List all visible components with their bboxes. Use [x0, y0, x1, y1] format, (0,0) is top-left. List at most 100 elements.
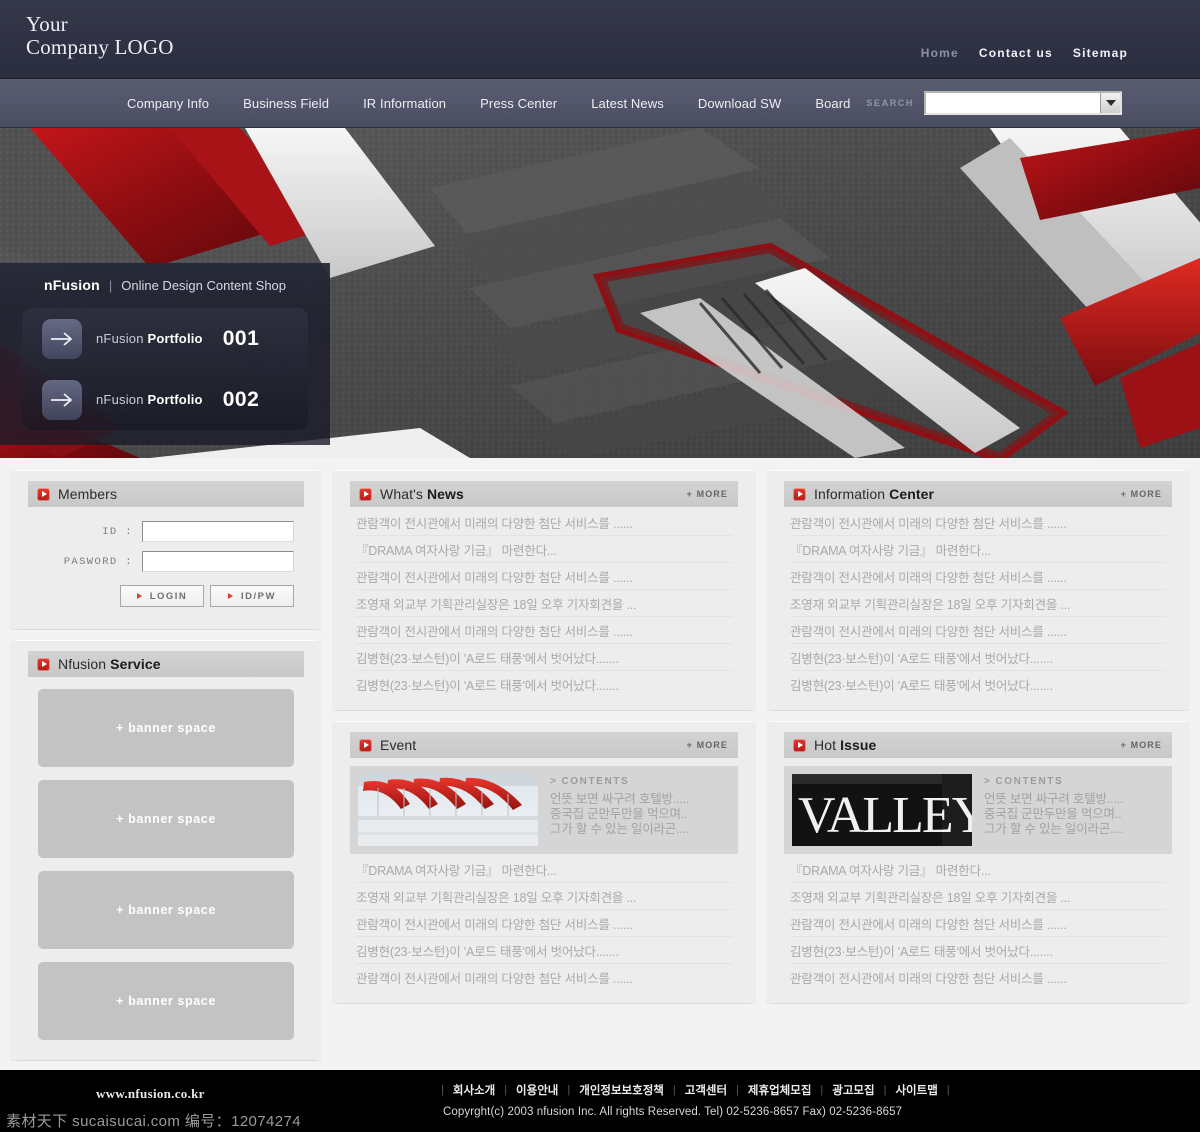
login-form: ID : PASWORD : LOGIN ID/PW — [28, 507, 304, 619]
footer-link-usage-guide[interactable]: 이용안내 — [516, 1082, 558, 1098]
hero-tagline: Online Design Content Shop — [121, 277, 287, 293]
portfolio-link-001[interactable]: nFusion Portfolio 001 — [22, 308, 308, 369]
list-item[interactable]: 관람객이 전시관에서 미래의 다양한 첨단 서비스를 ...... — [790, 617, 1166, 644]
whats-news-more-link[interactable]: + MORE — [687, 489, 728, 499]
event-title: Event — [380, 737, 417, 753]
divider: | — [883, 1084, 887, 1096]
search-input[interactable] — [926, 93, 1100, 113]
whats-news-header: What's News + MORE — [350, 481, 738, 507]
password-label: PASWORD : — [63, 555, 133, 568]
nav-item-business-field[interactable]: Business Field — [226, 96, 346, 111]
nav-item-company-info[interactable]: Company Info — [110, 96, 226, 111]
list-item[interactable]: 『DRAMA 여자사랑 기금』 마련한다... — [356, 856, 732, 883]
banner-slot-4[interactable]: + banner space — [38, 962, 294, 1040]
list-item[interactable]: 김병현(23·보스턴)이 'A로드 태풍'에서 벗어났다....... — [790, 937, 1166, 964]
list-item[interactable]: 조영재 외교부 기획관리실장은 18일 오후 기자회견을 ... — [356, 883, 732, 910]
footer-link-customer-center[interactable]: 고객센터 — [685, 1082, 727, 1098]
list-item[interactable]: 김병현(23·보스턴)이 'A로드 태풍'에서 벗어났다....... — [790, 644, 1166, 671]
list-item[interactable]: 김병현(23·보스턴)이 'A로드 태풍'에서 벗어났다....... — [356, 644, 732, 671]
footer-link-privacy-policy[interactable]: 개인정보보호정책 — [579, 1082, 664, 1098]
banner-slot-3[interactable]: + banner space — [38, 871, 294, 949]
nav-item-download-sw[interactable]: Download SW — [681, 96, 798, 111]
divider: | — [567, 1084, 571, 1096]
chevron-down-icon[interactable] — [1100, 93, 1120, 113]
list-item[interactable]: 김병현(23·보스턴)이 'A로드 태풍'에서 벗어났다....... — [356, 937, 732, 964]
banner-slot-1[interactable]: + banner space — [38, 689, 294, 767]
hero-brand: nFusion — [44, 277, 100, 293]
stock-site-watermark: 素材天下 sucaisucai.com 编号：12074274 — [6, 1113, 302, 1130]
hot-issue-thumbnail[interactable]: VALLEY — [792, 774, 972, 846]
event-more-link[interactable]: + MORE — [687, 740, 728, 750]
left-column: Members ID : PASWORD : LOGIN ID/PW Nfusi… — [10, 470, 322, 1061]
event-thumbnail[interactable] — [358, 774, 538, 846]
logo-line-2: Company LOGO — [26, 35, 174, 59]
triangle-right-icon — [136, 593, 142, 599]
list-item[interactable]: 관람객이 전시관에서 미래의 다양한 첨단 서비스를 ...... — [790, 563, 1166, 590]
list-item[interactable]: 관람객이 전시관에서 미래의 다양한 첨단 서비스를 ...... — [790, 964, 1166, 991]
service-title: Nfusion Service — [58, 656, 161, 672]
footer-copyright: Copyrght(c) 2003 nfusion Inc. All rights… — [443, 1106, 903, 1118]
list-item[interactable]: 김병현(23·보스턴)이 'A로드 태풍'에서 벗어났다....... — [356, 671, 732, 698]
id-label: ID : — [102, 525, 133, 538]
search-label: SEARCH — [866, 98, 914, 108]
event-contents-line-3: 그가 할 수 있는 일이라곤.... — [550, 822, 690, 836]
red-arrow-bullet-icon — [37, 657, 50, 671]
divider: | — [441, 1084, 444, 1096]
util-link-home[interactable]: Home — [921, 46, 959, 60]
footer-link-partner-recruit[interactable]: 제휴업체모집 — [748, 1082, 811, 1098]
banner-slot-2[interactable]: + banner space — [38, 780, 294, 858]
nav-item-latest-news[interactable]: Latest News — [574, 96, 681, 111]
list-item[interactable]: 조영재 외교부 기획관리실장은 18일 오후 기자회견을 ... — [790, 883, 1166, 910]
list-item[interactable]: 김병현(23·보스턴)이 'A로드 태풍'에서 벗어났다....... — [790, 671, 1166, 698]
footer-link-sitemap[interactable]: 사이트맵 — [895, 1082, 937, 1098]
footer-site-url: www.nfusion.co.kr — [96, 1086, 205, 1101]
nav-item-ir-information[interactable]: IR Information — [346, 96, 463, 111]
hot-issue-contents-line-1: 언뜻 보면 싸구려 호텔방..... — [984, 792, 1124, 806]
footer-link-company-intro[interactable]: 회사소개 — [453, 1082, 495, 1098]
members-title: Members — [58, 486, 118, 502]
list-item[interactable]: 『DRAMA 여자사랑 기금』 마련한다... — [790, 856, 1166, 883]
list-item[interactable]: 조영재 외교부 기획관리실장은 18일 오후 기자회견을 ... — [790, 590, 1166, 617]
list-item[interactable]: 관람객이 전시관에서 미래의 다양한 첨단 서비스를 ...... — [356, 617, 732, 644]
main-content: Members ID : PASWORD : LOGIN ID/PW Nfusi… — [0, 458, 1200, 1070]
portfolio-link-002[interactable]: nFusion Portfolio 002 — [22, 369, 308, 430]
hot-issue-list: 『DRAMA 여자사랑 기금』 마련한다... 조영재 외교부 기획관리실장은 … — [784, 854, 1172, 993]
hero-overlay-panel: nFusion | Online Design Content Shop nFu… — [0, 263, 330, 445]
footer-link-ad-recruit[interactable]: 광고모집 — [832, 1082, 874, 1098]
event-panel: Event + MORE > CONTENTS 언뜻 보면 싸구려 호텔방...… — [332, 721, 756, 1004]
red-arrow-bullet-icon — [359, 738, 372, 752]
search-combobox[interactable] — [924, 91, 1122, 115]
portfolio-label-002: nFusion Portfolio — [96, 392, 203, 407]
site-logo[interactable]: Your Company LOGO — [26, 14, 174, 58]
hot-issue-more-link[interactable]: + MORE — [1121, 740, 1162, 750]
util-link-contact-us[interactable]: Contact us — [979, 46, 1053, 60]
hot-issue-header: Hot Issue + MORE — [784, 732, 1172, 758]
list-item[interactable]: 관람객이 전시관에서 미래의 다양한 첨단 서비스를 ...... — [356, 563, 732, 590]
event-contents-label: > CONTENTS — [550, 776, 630, 787]
list-item[interactable]: 조영재 외교부 기획관리실장은 18일 오후 기자회견을 ... — [356, 590, 732, 617]
list-item[interactable]: 관람객이 전시관에서 미래의 다양한 첨단 서비스를 ...... — [356, 509, 732, 536]
id-pw-button[interactable]: ID/PW — [210, 585, 294, 607]
event-feature: > CONTENTS 언뜻 보면 싸구려 호텔방..... 중국집 군만두만을 먹… — [350, 766, 738, 854]
information-center-more-link[interactable]: + MORE — [1121, 489, 1162, 499]
list-item[interactable]: 『DRAMA 여자사랑 기금』 마련한다... — [790, 536, 1166, 563]
arrow-right-icon — [42, 379, 82, 420]
red-arrow-bullet-icon — [37, 487, 50, 501]
right-column: What's News + MORE 관람객이 전시관에서 미래의 다양한 첨단… — [332, 470, 1190, 1004]
login-button[interactable]: LOGIN — [120, 585, 204, 607]
members-panel: Members ID : PASWORD : LOGIN ID/PW — [10, 470, 322, 630]
id-input[interactable] — [142, 521, 294, 542]
nav-item-board[interactable]: Board — [798, 96, 867, 111]
util-link-sitemap[interactable]: Sitemap — [1073, 46, 1128, 60]
list-item[interactable]: 『DRAMA 여자사랑 기금』 마련한다... — [356, 536, 732, 563]
nav-item-press-center[interactable]: Press Center — [463, 96, 574, 111]
information-center-title: Information Center — [814, 486, 935, 502]
portfolio-number-001: 001 — [222, 326, 260, 350]
list-item[interactable]: 관람객이 전시관에서 미래의 다양한 첨단 서비스를 ...... — [356, 964, 732, 991]
list-item[interactable]: 관람객이 전시관에서 미래의 다양한 첨단 서비스를 ...... — [790, 509, 1166, 536]
list-item[interactable]: 관람객이 전시관에서 미래의 다양한 첨단 서비스를 ...... — [356, 910, 732, 937]
hot-issue-feature-body: > CONTENTS 언뜻 보면 싸구려 호텔방..... 중국집 군만두만을 먹… — [984, 774, 1164, 846]
whats-news-panel: What's News + MORE 관람객이 전시관에서 미래의 다양한 첨단… — [332, 470, 756, 711]
list-item[interactable]: 관람객이 전시관에서 미래의 다양한 첨단 서비스를 ...... — [790, 910, 1166, 937]
password-input[interactable] — [142, 551, 294, 572]
